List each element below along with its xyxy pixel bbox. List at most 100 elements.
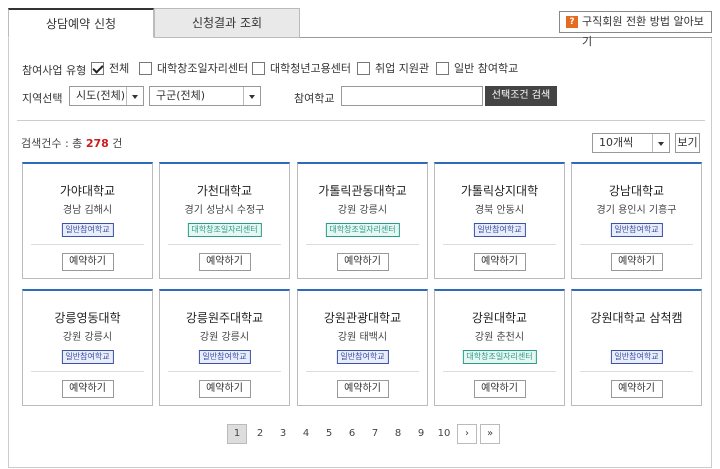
reserve-button[interactable]: 예약하기 — [610, 253, 663, 271]
program-badge: 일반참여학교 — [610, 223, 663, 237]
school-card: 강원대학교 삼척캠 일반참여학교 예약하기 — [571, 289, 702, 406]
page-link[interactable]: 4 — [296, 424, 316, 444]
tab-bar: 상담예약 신청 신청결과 조회 ? 구직회원 전환 방법 알아보기 — [8, 8, 712, 48]
checkbox-label: 대학창조일자리센터 — [157, 62, 249, 75]
page-link[interactable]: 8 — [388, 424, 408, 444]
checkbox-box[interactable] — [139, 61, 152, 75]
help-button[interactable]: ? 구직회원 전환 방법 알아보기 — [559, 11, 712, 48]
program-badge: 대학창조일자리센터 — [325, 223, 400, 237]
count-prefix: 검색건수 : 총 — [21, 137, 83, 150]
school-card: 가야대학교경남 김해시일반참여학교예약하기 — [22, 162, 153, 279]
region-label: 지역선택 — [22, 92, 63, 105]
reserve-button[interactable]: 예약하기 — [61, 253, 114, 271]
program-badge: 일반참여학교 — [61, 223, 114, 237]
school-location: 경기 성남시 수정구 — [184, 205, 265, 216]
school-location: 경남 김해시 — [62, 205, 113, 216]
program-badge: 일반참여학교 — [336, 350, 389, 364]
page-link[interactable]: 6 — [342, 424, 362, 444]
reserve-button[interactable]: 예약하기 — [336, 253, 389, 271]
district-select[interactable]: 구군(전체) — [149, 86, 261, 106]
school-card: 강원관광대학교강원 태백시일반참여학교예약하기 — [297, 289, 428, 406]
school-card: 강릉영동대학 강원 강릉시 일반참여학교 예약하기 — [22, 289, 153, 406]
reserve-button[interactable]: 예약하기 — [473, 380, 526, 398]
reserve-button[interactable]: 예약하기 — [336, 380, 389, 398]
reserve-button[interactable]: 예약하기 — [473, 253, 526, 271]
school-location: 강원 태백시 — [337, 332, 388, 343]
school-card: 가천대학교경기 성남시 수정구대학창조일자리센터예약하기 — [159, 162, 290, 279]
chevron-down-icon[interactable] — [126, 87, 143, 105]
checkbox-box[interactable] — [252, 61, 265, 75]
page-size-select[interactable]: 10개씩 — [592, 133, 670, 153]
school-label: 참여학교 — [294, 92, 335, 105]
chevron-down-icon[interactable] — [243, 87, 260, 105]
reserve-button[interactable]: 예약하기 — [198, 253, 251, 271]
program-badge: 대학창조일자리센터 — [187, 223, 262, 237]
checkbox-box[interactable] — [436, 61, 449, 75]
checkbox-job-support[interactable]: 취업 지원관 — [357, 60, 429, 76]
school-card: 가톨릭관동대학교강원 강릉시대학창조일자리센터예약하기 — [297, 162, 428, 279]
checkbox-general-school[interactable]: 일반 참여학교 — [436, 60, 518, 76]
city-select-value: 시도(전체) — [76, 89, 126, 102]
school-location: 강원 춘천시 — [474, 332, 525, 343]
card-divider — [580, 244, 693, 245]
school-card: 가톨릭상지대학 경북 안동시 일반참여학교 예약하기 — [434, 162, 565, 279]
school-location: 강원 강릉시 — [337, 205, 388, 216]
district-select-value: 구군(전체) — [156, 89, 206, 102]
program-badge: 일반참여학교 — [61, 350, 114, 364]
school-name: 강릉영동대학 — [54, 311, 121, 325]
checkbox-box[interactable] — [357, 61, 370, 75]
view-button[interactable]: 보기 — [675, 133, 700, 153]
card-divider — [306, 244, 419, 245]
card-divider — [580, 371, 693, 372]
checkbox-label: 전체 — [109, 62, 130, 75]
school-name: 가톨릭관동대학교 — [318, 184, 407, 198]
count-suffix: 건 — [112, 137, 123, 150]
checkbox-label: 대학청년고용센터 — [270, 62, 351, 75]
tab-reservation[interactable]: 상담예약 신청 — [8, 8, 154, 38]
next-page-icon[interactable]: › — [457, 424, 477, 444]
chevron-down-icon[interactable] — [652, 134, 669, 152]
checkbox-youth-center[interactable]: 대학청년고용센터 — [252, 60, 351, 76]
card-divider — [306, 371, 419, 372]
page-link[interactable]: 7 — [365, 424, 385, 444]
reserve-button[interactable]: 예약하기 — [61, 380, 114, 398]
page-link[interactable]: 3 — [273, 424, 293, 444]
school-name: 강남대학교 — [608, 184, 665, 198]
result-count: 검색건수 : 총 278 건 — [21, 135, 122, 151]
count-number: 278 — [85, 137, 109, 150]
question-icon: ? — [566, 16, 578, 28]
card-divider — [443, 244, 556, 245]
school-card: 강남대학교경기 용인시 기흥구일반참여학교예약하기 — [571, 162, 702, 279]
checkbox-box[interactable] — [91, 61, 104, 75]
school-location: 경기 용인시 기흥구 — [596, 205, 677, 216]
school-name: 가야대학교 — [59, 184, 116, 198]
card-divider — [168, 244, 281, 245]
program-badge: 일반참여학교 — [198, 350, 251, 364]
checkbox-creative-center[interactable]: 대학창조일자리센터 — [139, 60, 248, 76]
tab-result[interactable]: 신청결과 조회 — [154, 8, 300, 38]
school-input[interactable] — [341, 86, 483, 106]
school-name: 강원대학교 삼척캠 — [590, 311, 683, 325]
reserve-button[interactable]: 예약하기 — [198, 380, 251, 398]
school-name: 강릉원주대학교 — [185, 311, 264, 325]
search-button[interactable]: 선택조건 검색 — [485, 86, 557, 106]
last-page-icon[interactable]: » — [480, 424, 500, 444]
page-link[interactable]: 2 — [250, 424, 270, 444]
page-link[interactable]: 5 — [319, 424, 339, 444]
card-divider — [31, 371, 144, 372]
card-divider — [168, 371, 281, 372]
page-link[interactable]: 1 — [227, 424, 247, 444]
page-link[interactable]: 9 — [411, 424, 431, 444]
school-name: 강원관광대학교 — [323, 311, 402, 325]
checkbox-all[interactable]: 전체 — [91, 60, 129, 76]
school-name: 가천대학교 — [196, 184, 253, 198]
pagination: 1 2 3 4 5 6 7 8 9 10 ›» — [227, 424, 500, 444]
page-link[interactable]: 10 — [434, 424, 454, 444]
city-select[interactable]: 시도(전체) — [69, 86, 144, 106]
program-badge: 대학창조일자리센터 — [462, 350, 537, 364]
school-name: 강원대학교 — [471, 311, 528, 325]
school-location: 경북 안동시 — [474, 205, 525, 216]
page-size-value: 10개씩 — [599, 136, 634, 149]
reserve-button[interactable]: 예약하기 — [610, 380, 663, 398]
school-location: 강원 강릉시 — [199, 332, 250, 343]
